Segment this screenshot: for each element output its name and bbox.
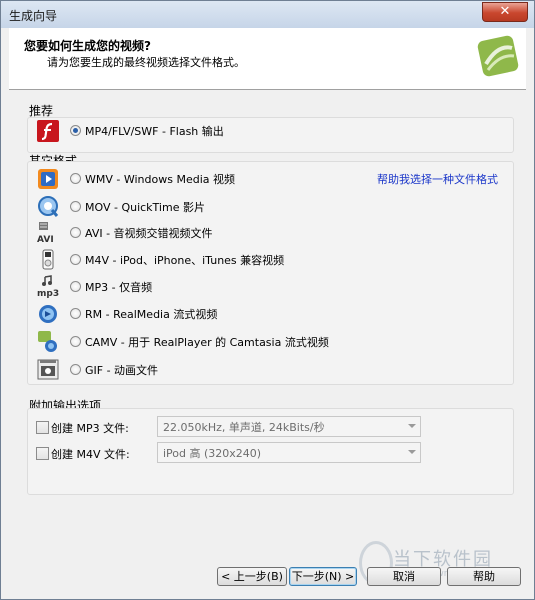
mp3-settings-value: 22.050kHz, 单声道, 24kBits/秒 (163, 421, 325, 434)
radio-avi[interactable] (70, 227, 81, 238)
page-subtitle: 请为您要生成的最终视频选择文件格式。 (47, 56, 245, 69)
close-button[interactable]: ✕ (482, 2, 528, 22)
format-option-mov[interactable]: MOV - QuickTime 影片 (37, 195, 507, 219)
chevron-down-icon (408, 450, 416, 454)
radio-camv[interactable] (70, 336, 81, 347)
gif-icon (37, 359, 59, 380)
radio-mov[interactable] (70, 201, 81, 212)
m4v-settings-select[interactable]: iPod 高 (320x240) (157, 442, 421, 463)
camv-icon (38, 331, 57, 352)
windows-media-icon (38, 169, 58, 189)
wizard-window: 生成向导 ✕ 您要如何生成您的视频? 请为您要生成的最终视频选择文件格式。 推荐… (0, 0, 535, 600)
radio-mp3[interactable] (70, 281, 81, 292)
radio-wmv[interactable] (70, 173, 81, 184)
create-mp3-label: 创建 MP3 文件: (51, 422, 129, 435)
format-option-rm[interactable]: RM - RealMedia 流式视频 (37, 302, 507, 326)
ipod-icon (42, 249, 54, 270)
create-m4v-label: 创建 M4V 文件: (51, 448, 130, 461)
next-button[interactable]: 下一步(N) > (289, 567, 357, 586)
radio-rm[interactable] (70, 308, 81, 319)
option-label: MP3 - 仅音频 (85, 281, 153, 294)
option-label: GIF - 动画文件 (85, 364, 159, 377)
format-option-mp3[interactable]: mp3 MP3 - 仅音频 (37, 275, 507, 299)
mp3-settings-select[interactable]: 22.050kHz, 单声道, 24kBits/秒 (157, 416, 421, 437)
format-option-avi[interactable]: AVI AVI - 音视频交错视频文件 (37, 221, 507, 245)
format-option-camv[interactable]: CAMV - 用于 RealPlayer 的 Camtasia 流式视频 (37, 330, 507, 354)
help-button[interactable]: 帮助 (447, 567, 521, 586)
cancel-button[interactable]: 取消 (367, 567, 441, 586)
m4v-settings-value: iPod 高 (320x240) (163, 447, 262, 460)
format-option-m4v[interactable]: M4V - iPod、iPhone、iTunes 兼容视频 (37, 248, 507, 272)
radio-flash[interactable] (70, 125, 81, 136)
flash-icon (37, 120, 59, 142)
radio-gif[interactable] (70, 364, 81, 375)
chevron-down-icon (408, 424, 416, 428)
create-mp3-checkbox[interactable] (36, 421, 49, 434)
format-option-gif[interactable]: GIF - 动画文件 (37, 358, 507, 382)
radio-m4v[interactable] (70, 254, 81, 265)
option-label: AVI - 音视频交错视频文件 (85, 227, 213, 240)
svg-text:mp3: mp3 (37, 289, 59, 299)
option-label: RM - RealMedia 流式视频 (85, 308, 218, 321)
back-button[interactable]: < 上一步(B) (217, 567, 287, 586)
window-title: 生成向导 (9, 9, 58, 23)
svg-text:AVI: AVI (37, 235, 54, 245)
option-label: CAMV - 用于 RealPlayer 的 Camtasia 流式视频 (85, 336, 329, 349)
camtasia-logo-icon (477, 35, 519, 77)
option-label: M4V - iPod、iPhone、iTunes 兼容视频 (85, 254, 285, 267)
mp3-icon: mp3 (37, 275, 59, 299)
option-label: MOV - QuickTime 影片 (85, 201, 205, 214)
title-bar: 生成向导 ✕ (1, 1, 534, 28)
realmedia-icon (39, 305, 57, 323)
format-option-flash[interactable]: MP4/FLV/SWF - Flash 输出 (37, 119, 507, 143)
option-label: MP4/FLV/SWF - Flash 输出 (85, 125, 224, 138)
option-label: WMV - Windows Media 视频 (85, 173, 235, 186)
quicktime-icon (38, 196, 59, 217)
avi-icon: AVI (37, 222, 54, 245)
page-title: 您要如何生成您的视频? (24, 39, 151, 53)
create-m4v-checkbox[interactable] (36, 447, 49, 460)
format-option-wmv[interactable]: WMV - Windows Media 视频 (37, 167, 507, 191)
wizard-body: 推荐 MP4/FLV/SWF - Flash 输出 其它格式 帮助我选择一种文件… (9, 90, 526, 565)
wizard-header: 您要如何生成您的视频? 请为您要生成的最终视频选择文件格式。 (9, 28, 526, 90)
